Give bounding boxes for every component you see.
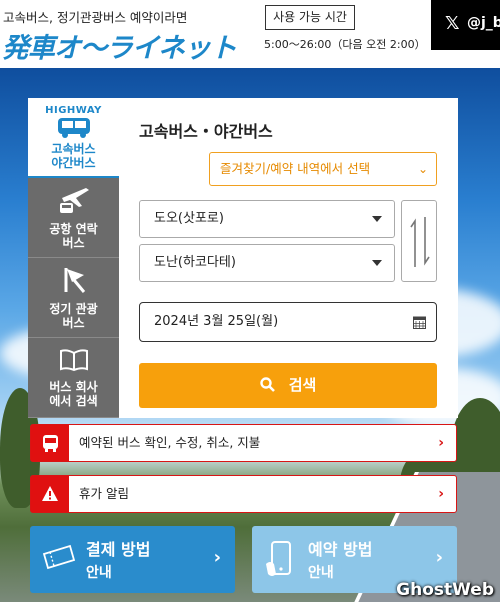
chevron-right-icon: › (213, 547, 221, 568)
chevron-right-icon: › (438, 435, 444, 451)
panel-title: 고속버스・야간버스 (139, 122, 273, 141)
reservation-manage-label: 예약된 버스 확인, 수정, 취소, 지불 (79, 435, 261, 450)
tab-label: 고속버스 야간버스 (51, 142, 96, 170)
search-button[interactable]: 검색 (139, 363, 437, 408)
favorites-history-label: 즐겨찾기/예약 내역에서 선택 (220, 161, 371, 176)
booking-guide-title: 예약 방법 (308, 540, 373, 559)
service-hours: 5:00〜26:00（다음 오전 2:00） (264, 38, 426, 51)
tab-label: 버스 회사 에서 검색 (49, 380, 98, 408)
ticket-icon (42, 544, 76, 570)
x-account-link[interactable]: 𝕏 @j_b (431, 0, 500, 50)
destination-select[interactable]: 도난(하코다테) (139, 244, 395, 282)
x-logo-icon: 𝕏 (445, 13, 460, 34)
hours-label: 사용 가능 시간 (265, 5, 355, 30)
payment-guide-card[interactable]: 결제 방법 안내 › (30, 526, 235, 593)
tab-sightseeing-bus[interactable]: 정기 관광 버스 (28, 258, 119, 338)
tab-label: 정기 관광 버스 (49, 302, 98, 330)
swap-stations-button[interactable] (401, 200, 437, 282)
caret-down-icon (372, 216, 382, 222)
swap-arrows-icon (410, 217, 430, 267)
payment-guide-title: 결제 방법 (86, 540, 151, 559)
origin-select[interactable]: 도오(삿포로) (139, 200, 395, 238)
destination-value: 도난(하코다테) (154, 255, 236, 270)
calendar-icon (413, 316, 426, 329)
warning-icon (42, 486, 58, 501)
reservation-manage-link[interactable]: 예약된 버스 확인, 수정, 취소, 지불 › (30, 424, 457, 462)
date-picker-input[interactable]: 2024년 3월 25일(월) (139, 302, 437, 342)
holiday-notice-label: 휴가 알림 (79, 486, 129, 501)
flag-icon (64, 268, 86, 293)
chevron-right-icon: › (435, 547, 443, 568)
chevron-right-icon: › (438, 486, 444, 502)
holiday-notice-link[interactable]: 휴가 알림 › (30, 475, 457, 513)
caret-down-icon (372, 260, 382, 266)
smartphone-icon (266, 541, 291, 576)
bus-type-tabs: HIGHWAY 고속버스 야간버스 공항 연락 버스 정기 관광 버스 버스 회… (28, 98, 119, 418)
highway-bus-icon (58, 118, 90, 138)
tab-label: 공항 연락 버스 (49, 222, 98, 250)
watermark: GhostWeb (396, 580, 494, 600)
tab-highway-bus[interactable]: HIGHWAY 고속버스 야간버스 (28, 98, 119, 178)
bus-icon (43, 435, 58, 452)
date-value: 2024년 3월 25일(월) (154, 314, 279, 329)
site-logo[interactable]: 発車オ〜ライネット (2, 26, 237, 65)
search-label: 검색 (288, 376, 317, 394)
origin-value: 도오(삿포로) (154, 211, 224, 226)
favorites-history-button[interactable]: 즐겨찾기/예약 내역에서 선택 ⌄ (209, 152, 437, 186)
tab-bus-company-search[interactable]: 버스 회사 에서 검색 (28, 338, 119, 418)
chevron-down-icon: ⌄ (417, 162, 428, 176)
site-header: 고속버스, 정기관광버스 예약이라면 発車オ〜ライネット 사용 가능 시간 5:… (0, 0, 500, 68)
site-tagline: 고속버스, 정기관광버스 예약이라면 (3, 10, 188, 25)
booking-guide-sub: 안내 (308, 565, 334, 581)
book-icon (60, 349, 88, 372)
payment-guide-sub: 안내 (86, 565, 112, 581)
tab-airport-bus[interactable]: 공항 연락 버스 (28, 178, 119, 258)
x-handle: @j_b (467, 15, 500, 31)
airplane-bus-icon (60, 188, 89, 213)
highway-badge: HIGHWAY (45, 105, 102, 116)
search-icon (259, 376, 275, 392)
search-panel: HIGHWAY 고속버스 야간버스 공항 연락 버스 정기 관광 버스 버스 회… (28, 98, 458, 418)
